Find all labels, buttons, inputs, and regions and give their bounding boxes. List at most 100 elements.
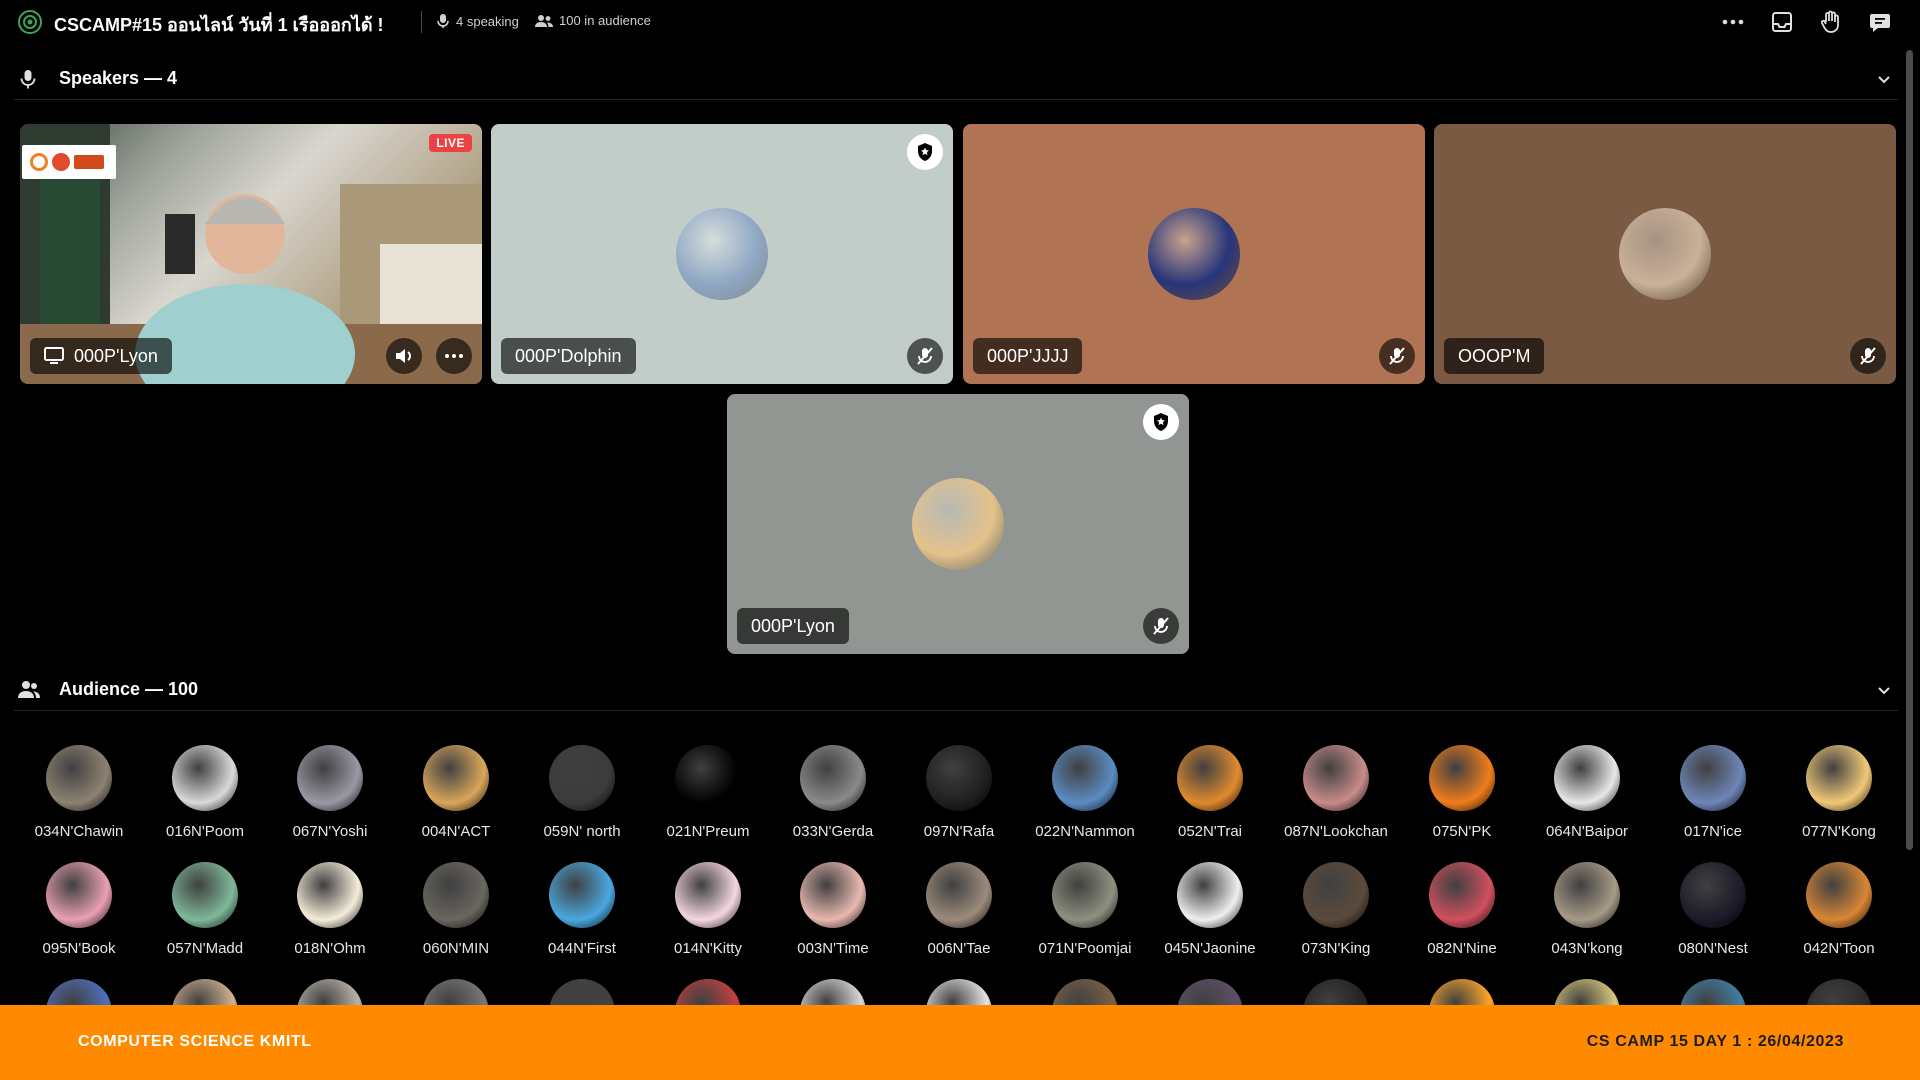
chat-icon <box>1869 12 1891 32</box>
audience-member[interactable]: 064N'Baipor <box>1524 745 1650 845</box>
audience-member[interactable]: 067N'Yoshi <box>267 745 393 845</box>
avatar <box>297 862 363 928</box>
top-bar: CSCAMP#15 ออนไลน์ วันที่ 1 เรือออกได้ ! … <box>0 0 1920 44</box>
speaker-name: 000P'JJJJ <box>987 345 1069 366</box>
speaker-name: 000P'Lyon <box>74 345 158 366</box>
audience-member-name: 095N'Book <box>42 940 116 957</box>
scrollbar[interactable] <box>1906 50 1913 850</box>
raise-hand-button[interactable] <box>1815 8 1847 36</box>
avatar <box>172 862 238 928</box>
audience-member[interactable]: 080N'Nest <box>1650 862 1776 962</box>
audience-member[interactable]: 073N'King <box>1273 862 1399 962</box>
speaker-tile-stream[interactable]: LIVE 000P'Lyon <box>20 124 482 384</box>
avatar <box>926 745 992 811</box>
footer-right-text: CS CAMP 15 DAY 1 : 26/04/2023 <box>1586 1033 1844 1050</box>
shield-star-icon <box>1152 412 1170 432</box>
audience-member[interactable]: 004N'ACT <box>393 745 519 845</box>
muted-indicator <box>1143 608 1179 644</box>
mic-muted-icon <box>1387 346 1407 366</box>
audience-member[interactable]: 097N'Rafa <box>896 745 1022 845</box>
avatar <box>1177 862 1243 928</box>
avatar <box>1429 862 1495 928</box>
audience-member[interactable]: 034N'Chawin <box>16 745 142 845</box>
audience-member[interactable]: 059N' north <box>519 745 645 845</box>
audience-member[interactable]: 082N'Nine <box>1399 862 1525 962</box>
volume-button[interactable] <box>386 338 422 374</box>
audience-member[interactable]: 033N'Gerda <box>770 745 896 845</box>
avatar <box>172 745 238 811</box>
audience-member[interactable]: 071N'Poomjai <box>1022 862 1148 962</box>
speaker-tile[interactable]: 000P'Lyon <box>727 394 1189 654</box>
chevron-down-icon[interactable] <box>1876 71 1892 87</box>
audience-label: 100 in audience <box>559 13 651 28</box>
audience-member[interactable]: 021N'Preum <box>645 745 771 845</box>
stream-options-button[interactable] <box>436 338 472 374</box>
speaking-label: 4 speaking <box>456 13 519 29</box>
speaker-avatar <box>912 478 1004 570</box>
audience-member-name: 022N'Nammon <box>1035 823 1135 840</box>
audience-member[interactable]: 014N'Kitty <box>645 862 771 962</box>
stage-title: CSCAMP#15 ออนไลน์ วันที่ 1 เรือออกได้ ! <box>54 15 384 35</box>
audience-member[interactable]: 003N'Time <box>770 862 896 962</box>
people-icon <box>18 680 40 700</box>
avatar <box>46 862 112 928</box>
avatar <box>1554 745 1620 811</box>
audience-member[interactable]: 022N'Nammon <box>1022 745 1148 845</box>
mic-muted-icon <box>1858 346 1878 366</box>
audience-member[interactable]: 057N'Madd <box>142 862 268 962</box>
audience-title: Audience — 100 <box>59 679 199 699</box>
speaker-tile[interactable]: 000P'Dolphin <box>491 124 953 384</box>
audience-count: 100 in audience <box>535 13 651 28</box>
speaker-volume-icon <box>394 347 414 365</box>
speakers-header[interactable]: Speakers — 4 <box>14 59 1898 100</box>
screen-share-icon <box>44 347 64 365</box>
audience-member[interactable]: 043N'kong <box>1524 862 1650 962</box>
audience-member[interactable]: 006N'Tae <box>896 862 1022 962</box>
audience-member-name: 042N'Toon <box>1803 940 1875 957</box>
avatar <box>1429 745 1495 811</box>
speaker-tile[interactable]: 000P'JJJJ <box>963 124 1425 384</box>
audience-member[interactable]: 095N'Book <box>16 862 142 962</box>
inbox-button[interactable] <box>1766 8 1798 36</box>
audience-member-name: 077N'Kong <box>1802 823 1876 840</box>
audience-member[interactable]: 087N'Lookchan <box>1273 745 1399 845</box>
avatar <box>549 745 615 811</box>
audience-member[interactable]: 060N'MIN <box>393 862 519 962</box>
shield-star-icon <box>916 142 934 162</box>
speaking-count: 4 speaking <box>436 13 519 29</box>
audience-member[interactable]: 045N'Jaonine <box>1147 862 1273 962</box>
audience-member[interactable]: 018N'Ohm <box>267 862 393 962</box>
audience-member[interactable]: 016N'Poom <box>142 745 268 845</box>
audience-member[interactable]: 052N'Trai <box>1147 745 1273 845</box>
chevron-down-icon[interactable] <box>1876 682 1892 698</box>
audience-member-name: 006N'Tae <box>927 940 991 957</box>
live-badge: LIVE <box>429 134 472 152</box>
audience-member-name: 003N'Time <box>797 940 869 957</box>
speaker-tile[interactable]: OOOP'M <box>1434 124 1896 384</box>
speaker-name-pill: 000P'Dolphin <box>501 338 636 374</box>
audience-member-name: 073N'King <box>1301 940 1371 957</box>
chat-button[interactable] <box>1864 8 1896 36</box>
speakers-title: Speakers — 4 <box>59 68 178 88</box>
avatar <box>549 862 615 928</box>
more-options-button[interactable] <box>1717 8 1749 36</box>
avatar <box>926 862 992 928</box>
avatar <box>1554 862 1620 928</box>
more-icon <box>1722 19 1744 25</box>
avatar <box>800 745 866 811</box>
moderator-badge <box>1143 404 1179 440</box>
audience-member[interactable]: 077N'Kong <box>1776 745 1902 845</box>
audience-member-name: 067N'Yoshi <box>292 823 368 840</box>
audience-member-name: 017N'ice <box>1684 823 1742 840</box>
audience-member-name: 043N'kong <box>1551 940 1623 957</box>
audience-member[interactable]: 075N'PK <box>1399 745 1525 845</box>
audience-member[interactable]: 017N'ice <box>1650 745 1776 845</box>
avatar <box>1680 862 1746 928</box>
avatar <box>423 862 489 928</box>
audience-member-name: 060N'MIN <box>422 940 490 957</box>
avatar <box>1303 745 1369 811</box>
audience-header[interactable]: Audience — 100 <box>14 670 1898 711</box>
audience-member[interactable]: 044N'First <box>519 862 645 962</box>
audience-member[interactable]: 042N'Toon <box>1776 862 1902 962</box>
audience-member-name: 057N'Madd <box>166 940 244 957</box>
